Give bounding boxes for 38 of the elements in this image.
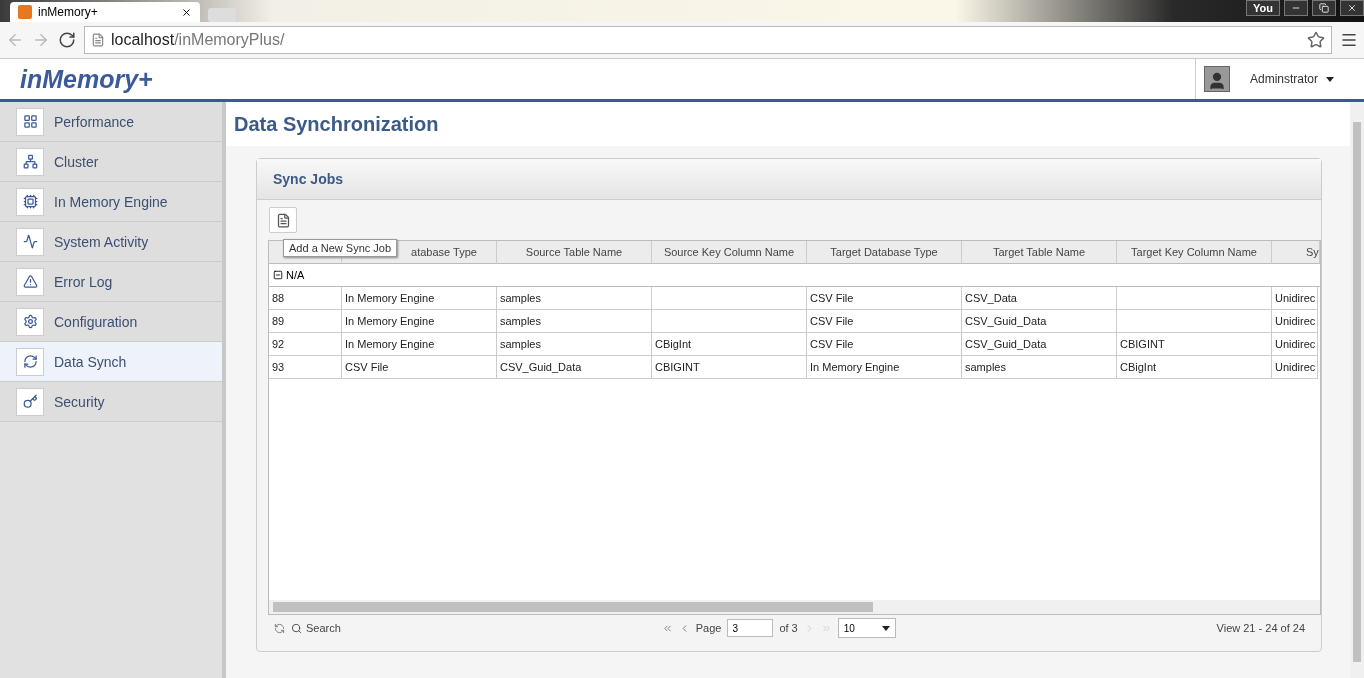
url-text: localhost/inMemoryPlus/: [111, 31, 285, 49]
table-cell: samples: [497, 310, 652, 333]
table-cell: In Memory Engine: [342, 333, 497, 356]
table-cell: CSV File: [807, 310, 962, 333]
page-label: Page: [695, 622, 722, 634]
table-cell: CSV_Guid_Data: [962, 333, 1117, 356]
table-cell: CBigInt: [1117, 356, 1272, 379]
table-cell: CBIGINT: [1117, 333, 1272, 356]
panel-title: Sync Jobs: [257, 159, 1321, 200]
record-summary: View 21 - 24 of 24: [1216, 622, 1305, 634]
table-cell: CBigInt: [652, 333, 807, 356]
table-cell: samples: [497, 333, 652, 356]
table-cell: samples: [497, 287, 652, 310]
table-cell: CSV_Guid_Data: [962, 310, 1117, 333]
table-cell: 89: [269, 310, 342, 333]
page-count: of 3: [779, 622, 798, 634]
table-cell: Unidirec: [1272, 333, 1319, 356]
table-cell: CSV File: [342, 356, 497, 379]
table-cell: In Memory Engine: [342, 310, 497, 333]
table-cell: CSV_Guid_Data: [497, 356, 652, 379]
table-cell: 93: [269, 356, 342, 379]
app-logo: inMemory+: [20, 64, 153, 94]
page-title: Data Synchronization: [226, 102, 1350, 146]
table-cell: CSV File: [807, 287, 962, 310]
table-cell: CSV_Data: [962, 287, 1117, 310]
table-cell: Unidirec: [1272, 356, 1319, 379]
table-cell: samples: [962, 356, 1117, 379]
table-cell: CBIGINT: [652, 356, 807, 379]
table-cell: Unidirec: [1272, 287, 1319, 310]
table-cell: CSV File: [807, 333, 962, 356]
tab-title: inMemory+: [38, 5, 99, 19]
tooltip: Add a New Sync Job: [283, 239, 398, 257]
group-label: N/A: [286, 269, 305, 281]
table-cell: In Memory Engine: [342, 287, 497, 310]
table-cell: In Memory Engine: [807, 356, 962, 379]
table-cell: 88: [269, 287, 342, 310]
table-cell: 92: [269, 333, 342, 356]
table-cell: Unidirec: [1272, 310, 1319, 333]
